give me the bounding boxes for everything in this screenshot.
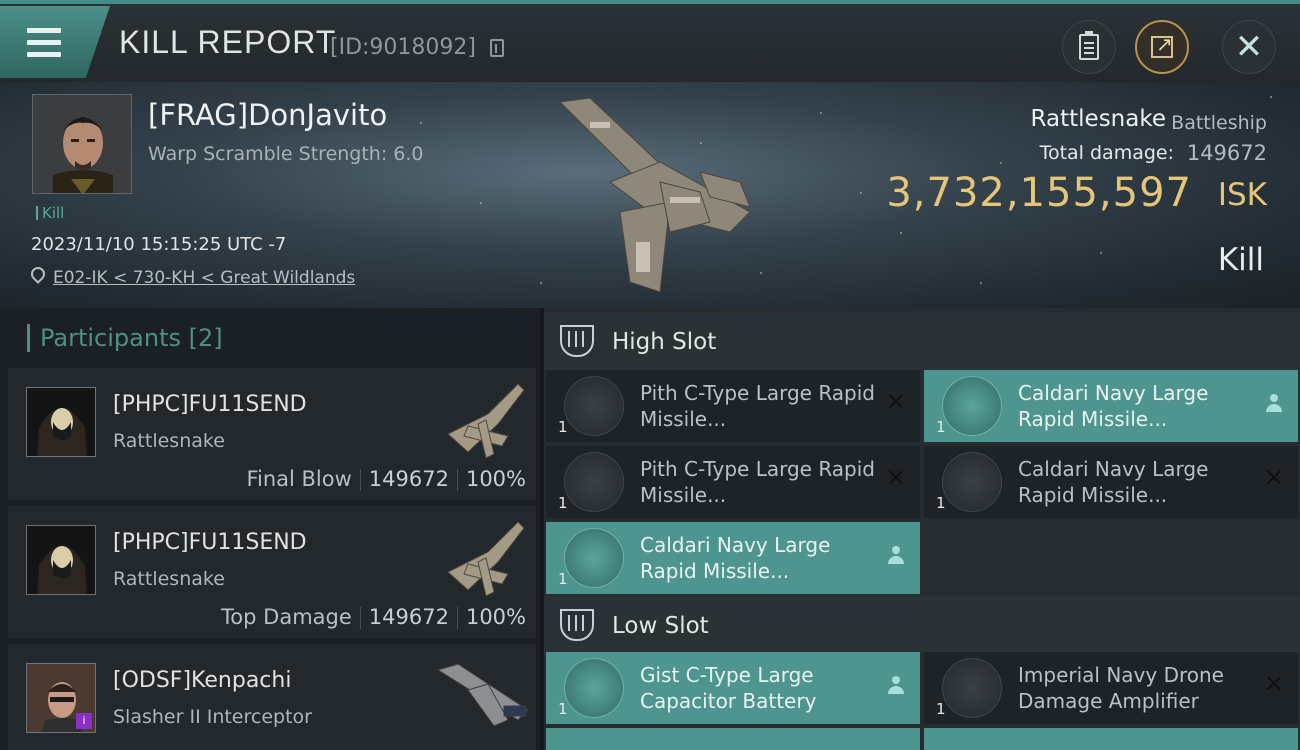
- low-slot-header: Low Slot: [544, 596, 1300, 654]
- module-qty: 1: [936, 494, 946, 512]
- module-qty: 1: [936, 418, 946, 436]
- module-name: Caldari Navy Large Rapid Missile...: [1018, 381, 1209, 431]
- kill-result: Kill: [1217, 242, 1264, 278]
- participant-card[interactable]: [PHPC]FU11SEND Rattlesnake Final Blow 149…: [8, 368, 536, 502]
- location-pin-icon: [28, 264, 48, 284]
- location-link[interactable]: E02-IK < 730-KH < Great Wildlands: [53, 268, 355, 288]
- module-name: Caldari Navy Large Rapid Missile...: [1018, 457, 1209, 507]
- victim-banner: [FRAG]DonJavito Warp Scramble Strength: …: [0, 82, 1300, 308]
- launcher-icon: [564, 376, 624, 436]
- menu-icon: [27, 28, 61, 64]
- module-qty: 1: [558, 494, 568, 512]
- participants-title: Participants [2]: [27, 324, 223, 352]
- victim-ship-class: Battleship: [1171, 112, 1267, 134]
- launcher-icon: [564, 528, 624, 588]
- module-item[interactable]: [546, 728, 920, 750]
- module-item[interactable]: [924, 728, 1298, 750]
- victim-ship-name: Rattlesnake: [1030, 106, 1166, 132]
- module-name: Caldari Navy Large Rapid Missile...: [640, 533, 831, 583]
- high-slot-header: High Slot: [544, 312, 1300, 370]
- person-icon: [888, 676, 904, 696]
- launcher-icon: [942, 376, 1002, 436]
- participant-avatar: [26, 525, 96, 595]
- warp-scramble-strength: Warp Scramble Strength: 6.0: [148, 143, 424, 165]
- top-bar: KILL REPORT [ID:9018092] ✕: [0, 0, 1300, 82]
- module-name: Gist C-Type Large Capacitor Battery: [640, 663, 817, 713]
- clipboard-icon: [1079, 31, 1099, 60]
- participant-ship-image: [447, 521, 525, 597]
- isk-unit: ISK: [1217, 177, 1267, 213]
- participant-role: Final Blow: [246, 467, 352, 491]
- total-damage-label: Total damage:: [1039, 142, 1174, 164]
- participant-role: Top Damage: [221, 605, 352, 629]
- participants-panel: Participants [2] [PHPC]FU11SEND Rattlesn…: [0, 308, 540, 750]
- participant-ship: Slasher II Interceptor: [113, 706, 312, 728]
- module-qty: 1: [558, 570, 568, 588]
- participant-ship-image: [447, 383, 525, 459]
- participant-ship: Rattlesnake: [113, 568, 225, 590]
- kill-tag: Kill: [36, 206, 64, 221]
- victim-portrait[interactable]: [32, 94, 132, 194]
- x-icon: ✕: [1263, 464, 1284, 492]
- participant-name: [PHPC]FU11SEND: [113, 530, 307, 555]
- person-icon: [888, 546, 904, 566]
- participant-avatar: [26, 387, 96, 457]
- module-name: Pith C-Type Large Rapid Missile...: [640, 381, 875, 431]
- module-item[interactable]: 1 Caldari Navy Large Rapid Missile...: [546, 522, 920, 594]
- victim-ship-image: [558, 97, 751, 293]
- participant-avatar: i: [26, 663, 96, 733]
- module-qty: 1: [558, 700, 568, 718]
- person-icon: [1266, 394, 1282, 414]
- participant-stats: Final Blow 149672 100%: [246, 467, 526, 491]
- module-item[interactable]: 1 Caldari Navy Large Rapid Missile... ✕: [924, 446, 1298, 518]
- participant-percent: 100%: [465, 467, 526, 491]
- slot-icon: [560, 609, 594, 641]
- x-icon: ✕: [885, 388, 906, 416]
- fitting-panel: High Slot 1 Pith C-Type Large Rapid Miss…: [544, 308, 1300, 750]
- module-item[interactable]: 1 Pith C-Type Large Rapid Missile... ✕: [546, 446, 920, 518]
- participant-damage: 149672: [368, 605, 449, 629]
- participant-stats: Top Damage 149672 100%: [221, 605, 526, 629]
- module-name: Imperial Navy Drone Damage Amplifier: [1018, 663, 1224, 713]
- participant-card[interactable]: i [ODSF]Kenpachi Slasher II Interceptor: [8, 644, 536, 750]
- module-name: Pith C-Type Large Rapid Missile...: [640, 457, 875, 507]
- module-item[interactable]: 1 Gist C-Type Large Capacitor Battery: [546, 652, 920, 724]
- module-item[interactable]: 1 Pith C-Type Large Rapid Missile... ✕: [546, 370, 920, 442]
- participant-card[interactable]: [PHPC]FU11SEND Rattlesnake Top Damage 149…: [8, 506, 536, 640]
- copy-icon[interactable]: [490, 39, 504, 57]
- x-icon: ✕: [1263, 670, 1284, 698]
- report-id: [ID:9018092]: [330, 35, 476, 60]
- victim-name[interactable]: [FRAG]DonJavito: [148, 98, 387, 132]
- launcher-icon: [564, 452, 624, 512]
- module-item[interactable]: 1 Imperial Navy Drone Damage Amplifier ✕: [924, 652, 1298, 724]
- module-qty: 1: [558, 418, 568, 436]
- module-item[interactable]: 1 Caldari Navy Large Rapid Missile...: [924, 370, 1298, 442]
- isk-value: 3,732,155,597: [886, 170, 1192, 216]
- total-damage-value: 149672: [1186, 141, 1267, 165]
- kill-datetime: 2023/11/10 15:15:25 UTC -7: [31, 234, 287, 255]
- page-title: KILL REPORT: [119, 24, 337, 60]
- share-button[interactable]: [1135, 20, 1189, 74]
- menu-button[interactable]: [0, 6, 110, 78]
- high-slot-title: High Slot: [612, 329, 717, 355]
- close-icon: ✕: [1234, 27, 1264, 67]
- participant-ship-image: [436, 663, 529, 727]
- x-icon: ✕: [885, 464, 906, 492]
- module-qty: 1: [936, 700, 946, 718]
- participant-percent: 100%: [465, 605, 526, 629]
- capacitor-battery-icon: [564, 658, 624, 718]
- slot-icon: [560, 325, 594, 357]
- participant-name: [ODSF]Kenpachi: [113, 668, 292, 693]
- participant-damage: 149672: [368, 467, 449, 491]
- close-button[interactable]: ✕: [1222, 20, 1276, 74]
- clipboard-button[interactable]: [1062, 20, 1116, 74]
- launcher-icon: [942, 452, 1002, 512]
- low-slot-title: Low Slot: [612, 613, 709, 639]
- drone-amplifier-icon: [942, 658, 1002, 718]
- share-icon: [1151, 32, 1173, 58]
- participant-name: [PHPC]FU11SEND: [113, 392, 307, 417]
- info-badge: i: [76, 713, 92, 729]
- participant-ship: Rattlesnake: [113, 430, 225, 452]
